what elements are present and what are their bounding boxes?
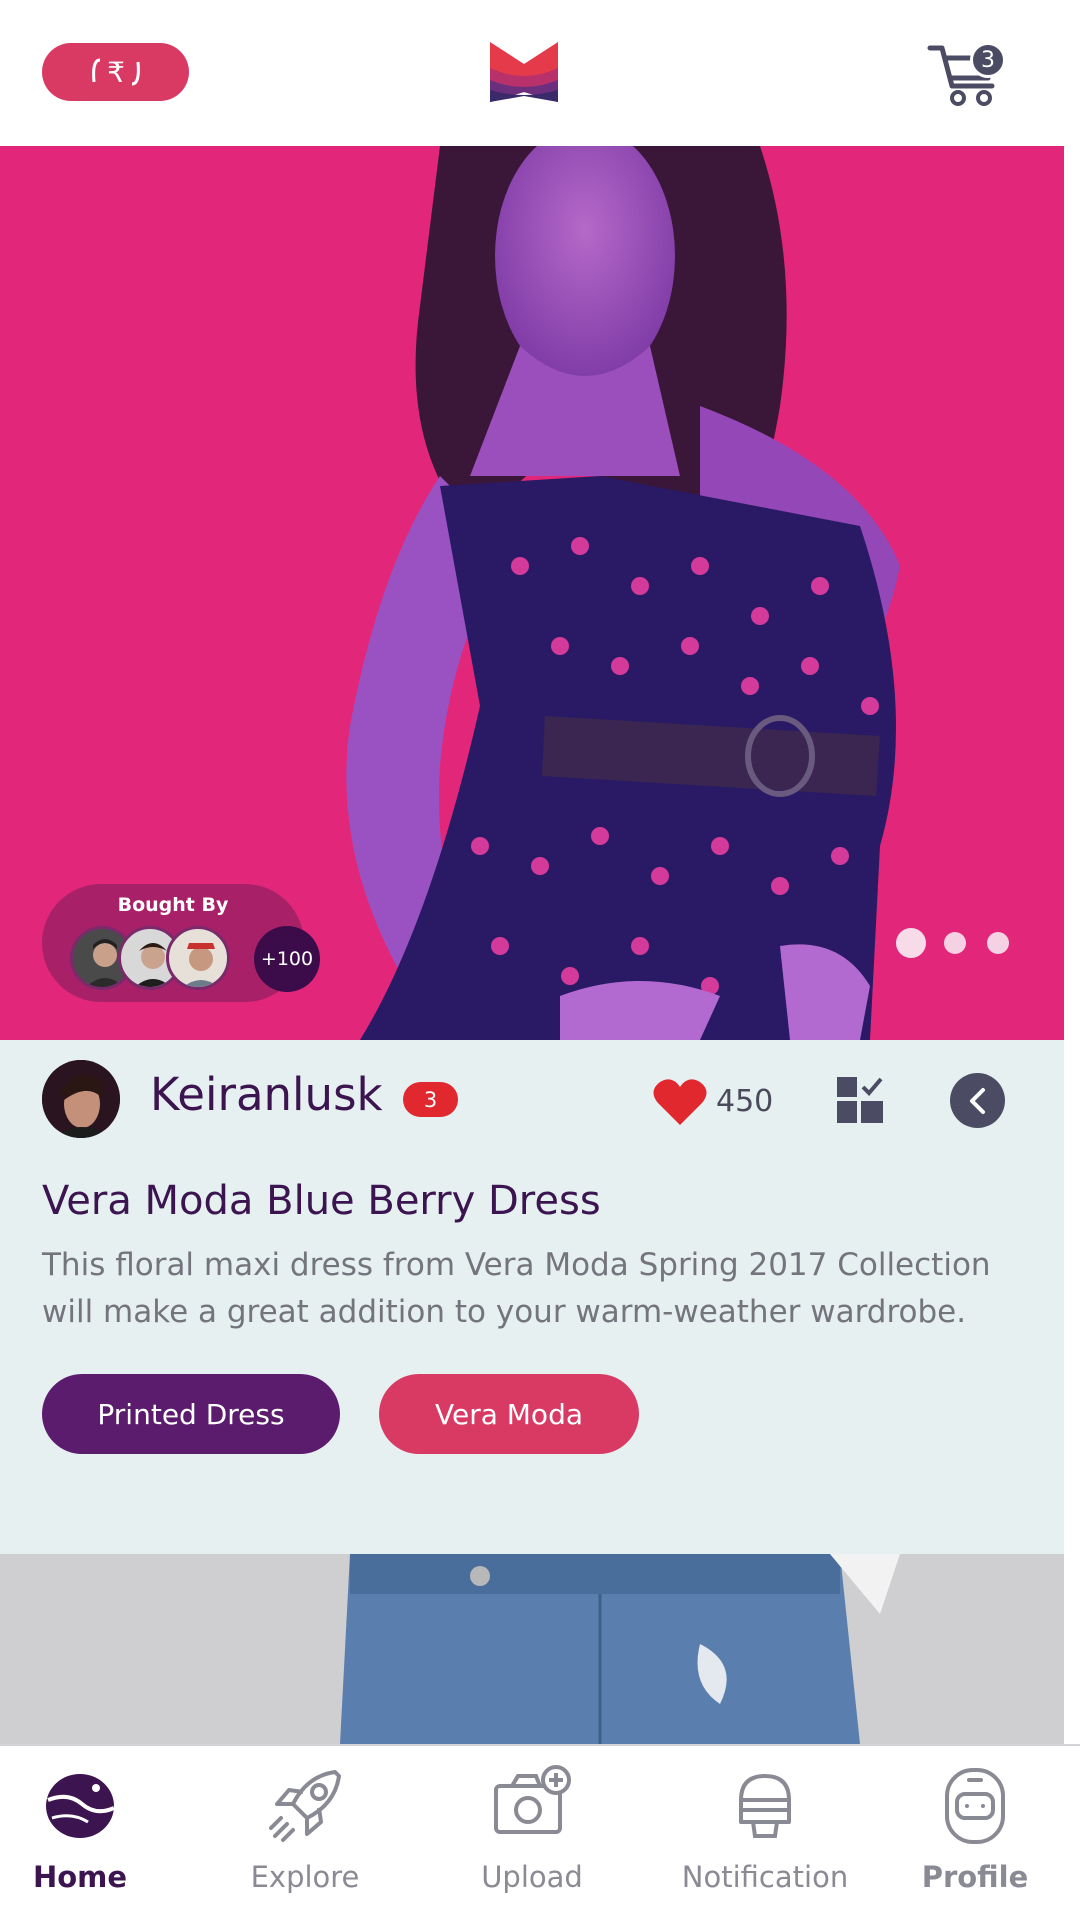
- bought-by-label: Bought By: [117, 894, 229, 916]
- nav-notification[interactable]: Notification: [665, 1764, 865, 1914]
- bought-by-panel[interactable]: Bought By +100: [42, 884, 320, 1002]
- nav-label-profile: Profile: [921, 1860, 1029, 1894]
- post-details: Keiranlusk 3 450 Vera Moda Blue Berry Dr…: [0, 1040, 1064, 1554]
- nav-upload[interactable]: Upload: [432, 1764, 632, 1914]
- astronaut-icon: [945, 1768, 1005, 1844]
- bottom-navigation: Home Explore Upload Notification Profile: [0, 1744, 1080, 1920]
- rocket-icon: [269, 1770, 341, 1842]
- camera-add-icon: [494, 1765, 571, 1834]
- nav-label-upload: Upload: [481, 1860, 583, 1894]
- carousel-dot-active[interactable]: [896, 928, 926, 958]
- denim-shorts-image: [0, 1554, 1064, 1744]
- product-description: This floral maxi dress from Vera Moda Sp…: [42, 1247, 991, 1330]
- currency-button[interactable]: ₹: [42, 43, 189, 101]
- nav-profile[interactable]: Profile: [875, 1764, 1075, 1914]
- tag-printed-dress[interactable]: Printed Dress: [42, 1374, 340, 1454]
- nav-home[interactable]: Home: [0, 1764, 180, 1914]
- rupee-exchange-icon: ₹: [91, 56, 140, 89]
- collapse-button[interactable]: [950, 1073, 1005, 1128]
- user-badge: 3: [403, 1082, 458, 1117]
- cart-count-badge: 3: [970, 42, 1006, 78]
- svg-text:₹: ₹: [107, 56, 125, 89]
- nav-label-home: Home: [32, 1860, 128, 1894]
- more-buyers-count[interactable]: +100: [254, 926, 320, 992]
- username[interactable]: Keiranlusk: [150, 1068, 383, 1121]
- product-title: Vera Moda Blue Berry Dress: [42, 1178, 601, 1224]
- avatar[interactable]: [42, 1060, 120, 1138]
- brand-logo-icon[interactable]: [488, 38, 560, 106]
- nav-label-notification: Notification: [681, 1860, 849, 1894]
- add-to-collection-icon[interactable]: [835, 1075, 885, 1125]
- carousel-dot[interactable]: [944, 932, 966, 954]
- chevron-left-icon: [969, 1087, 985, 1114]
- likes-count: 450: [716, 1084, 774, 1119]
- nav-explore[interactable]: Explore: [205, 1764, 405, 1914]
- buyer-avatar-3[interactable]: [166, 926, 230, 990]
- carousel-dot[interactable]: [987, 932, 1009, 954]
- heart-icon[interactable]: [652, 1077, 708, 1127]
- nav-label-explore: Explore: [250, 1860, 360, 1894]
- planet-icon: [46, 1774, 115, 1838]
- next-post-image[interactable]: [0, 1554, 1064, 1744]
- tag-vera-moda[interactable]: Vera Moda: [379, 1374, 639, 1454]
- bell-icon: [739, 1774, 791, 1838]
- top-bar: ₹ 3: [0, 0, 1080, 146]
